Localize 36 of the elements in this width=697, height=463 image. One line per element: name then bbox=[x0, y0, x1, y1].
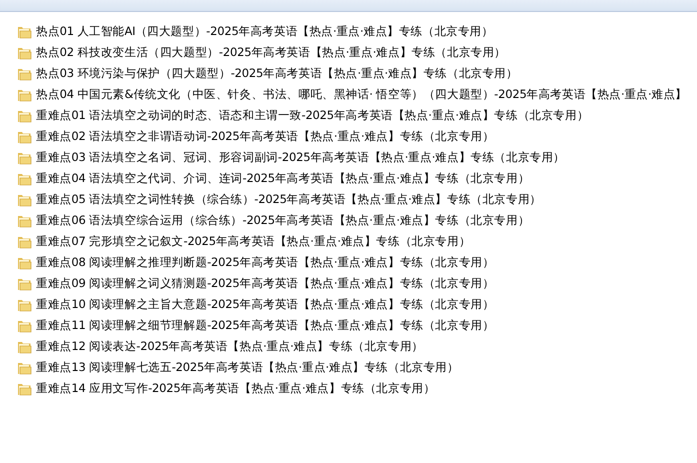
folder-icon bbox=[17, 360, 32, 374]
folder-name[interactable]: 热点04 中国元素&传统文化（中医、针灸、书法、哪吒、黑神话· 悟空等）（四大题型）-2025年高考英语【热点·重点·难点】 bbox=[36, 87, 687, 102]
folder-icon bbox=[17, 318, 32, 332]
folder-icon bbox=[17, 234, 32, 248]
folder-icon bbox=[17, 150, 32, 164]
folder-name[interactable]: 重难点12 阅读表达-2025年高考英语【热点·重点·难点】专练（北京专用） bbox=[36, 339, 424, 354]
folder-icon bbox=[17, 276, 32, 290]
folder-icon bbox=[17, 192, 32, 206]
folder-icon bbox=[17, 108, 32, 122]
folder-name[interactable]: 热点01 人工智能AI（四大题型）-2025年高考英语【热点·重点·难点】专练（北京专用） bbox=[36, 24, 494, 39]
folder-icon bbox=[17, 88, 32, 102]
folder-name[interactable]: 重难点08 阅读理解之推理判断题-2025年高考英语【热点·重点·难点】专练（北京专用） bbox=[36, 255, 494, 270]
folder-name[interactable]: 重难点03 语法填空之名词、冠词、形容词副词-2025年高考英语【热点·重点·难点】专练（北京专用） bbox=[36, 150, 566, 165]
folder-name[interactable]: 重难点07 完形填空之记叙文-2025年高考英语【热点·重点·难点】专练（北京专用） bbox=[36, 234, 471, 249]
folder-icon bbox=[17, 382, 32, 396]
folder-name[interactable]: 重难点09 阅读理解之词义猜测题-2025年高考英语【热点·重点·难点】专练（北京专用） bbox=[36, 276, 494, 291]
folder-icon bbox=[17, 130, 32, 144]
folder-icon bbox=[17, 66, 32, 80]
folder-icon bbox=[17, 46, 32, 60]
folder-name[interactable]: 热点03 环境污染与保护（四大题型）-2025年高考英语【热点·重点·难点】专练（北京专用） bbox=[36, 66, 518, 81]
folder-icon bbox=[17, 214, 32, 228]
folder-name[interactable]: 热点02 科技改变生活（四大题型）-2025年高考英语【热点·重点·难点】专练（北京专用） bbox=[36, 45, 506, 60]
folder-icon bbox=[17, 24, 32, 38]
folder-name[interactable]: 重难点05 语法填空之词性转换（综合练）-2025年高考英语【热点·重点·难点】专练（北京专用） bbox=[36, 192, 542, 207]
folder-icon bbox=[17, 340, 32, 354]
folder-name[interactable]: 重难点11 阅读理解之细节理解题-2025年高考英语【热点·重点·难点】专练（北京专用） bbox=[36, 318, 494, 333]
folder-name[interactable]: 重难点13 阅读理解七选五-2025年高考英语【热点·重点·难点】专练（北京专用） bbox=[36, 360, 459, 375]
folder-name[interactable]: 重难点02 语法填空之非谓语动词-2025年高考英语【热点·重点·难点】专练（北京专用） bbox=[36, 129, 494, 144]
folder-name[interactable]: 重难点04 语法填空之代词、介词、连词-2025年高考英语【热点·重点·难点】专练（北京专用） bbox=[36, 171, 530, 186]
folder-icon bbox=[17, 256, 32, 270]
folder-name[interactable]: 重难点01 语法填空之动词的时态、语态和主谓一致-2025年高考英语【热点·重点·难点】专练（北京专用） bbox=[36, 108, 589, 123]
folder-name[interactable]: 重难点10 阅读理解之主旨大意题-2025年高考英语【热点·重点·难点】专练（北京专用） bbox=[36, 297, 494, 312]
folder-icon bbox=[17, 172, 32, 186]
folder-icon bbox=[17, 298, 32, 312]
folder-name[interactable]: 重难点06 语法填空综合运用（综合练）-2025年高考英语【热点·重点·难点】专练（北京专用） bbox=[36, 213, 530, 228]
folder-name[interactable]: 重难点14 应用文写作-2025年高考英语【热点·重点·难点】专练（北京专用） bbox=[36, 381, 436, 396]
